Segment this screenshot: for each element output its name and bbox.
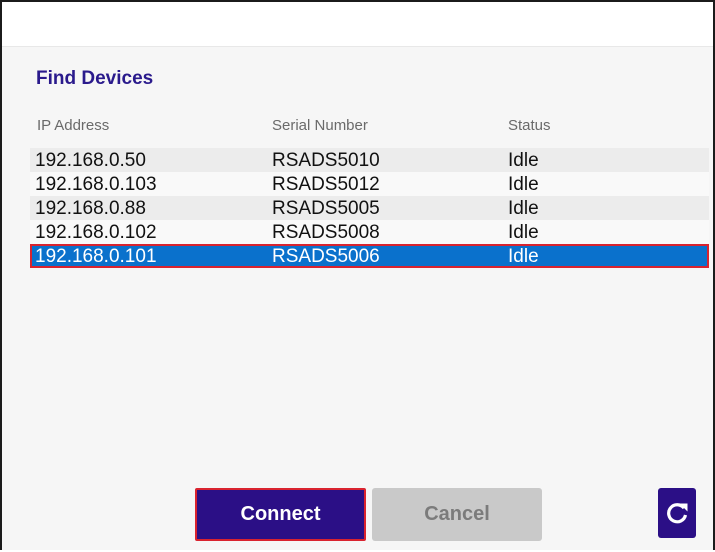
device-row[interactable]: 192.168.0.103 RSADS5012 Idle (30, 172, 709, 196)
device-ip: 192.168.0.103 (35, 174, 157, 195)
device-serial: RSADS5010 (272, 150, 380, 171)
device-serial: RSADS5008 (272, 222, 380, 243)
refresh-icon (667, 503, 688, 524)
device-status: Idle (508, 174, 539, 195)
device-ip: 192.168.0.50 (35, 150, 146, 171)
find-devices-dialog: Find Devices IP Address Serial Number St… (0, 0, 715, 550)
dialog-top-bar (2, 2, 713, 47)
device-serial: RSADS5012 (272, 174, 380, 195)
column-header-status: Status (508, 117, 551, 134)
cancel-button[interactable]: Cancel (372, 488, 542, 541)
device-serial: RSADS5005 (272, 198, 380, 219)
connect-button[interactable]: Connect (195, 488, 366, 541)
refresh-button[interactable] (658, 488, 696, 538)
device-list[interactable]: 192.168.0.50 RSADS5010 Idle 192.168.0.10… (30, 148, 709, 268)
column-header-ip: IP Address (37, 117, 110, 134)
device-row[interactable]: 192.168.0.102 RSADS5008 Idle (30, 220, 709, 244)
device-row-selected[interactable]: 192.168.0.101 RSADS5006 Idle (30, 244, 709, 268)
device-status: Idle (508, 198, 539, 219)
device-ip: 192.168.0.101 (35, 246, 157, 267)
dialog-title: Find Devices (36, 68, 154, 89)
device-status: Idle (508, 246, 539, 267)
device-ip: 192.168.0.88 (35, 198, 146, 219)
device-serial: RSADS5006 (272, 246, 380, 267)
device-status: Idle (508, 150, 539, 171)
device-row[interactable]: 192.168.0.50 RSADS5010 Idle (30, 148, 709, 172)
device-ip: 192.168.0.102 (35, 222, 157, 243)
column-header-serial: Serial Number (272, 117, 368, 134)
device-row[interactable]: 192.168.0.88 RSADS5005 Idle (30, 196, 709, 220)
device-status: Idle (508, 222, 539, 243)
